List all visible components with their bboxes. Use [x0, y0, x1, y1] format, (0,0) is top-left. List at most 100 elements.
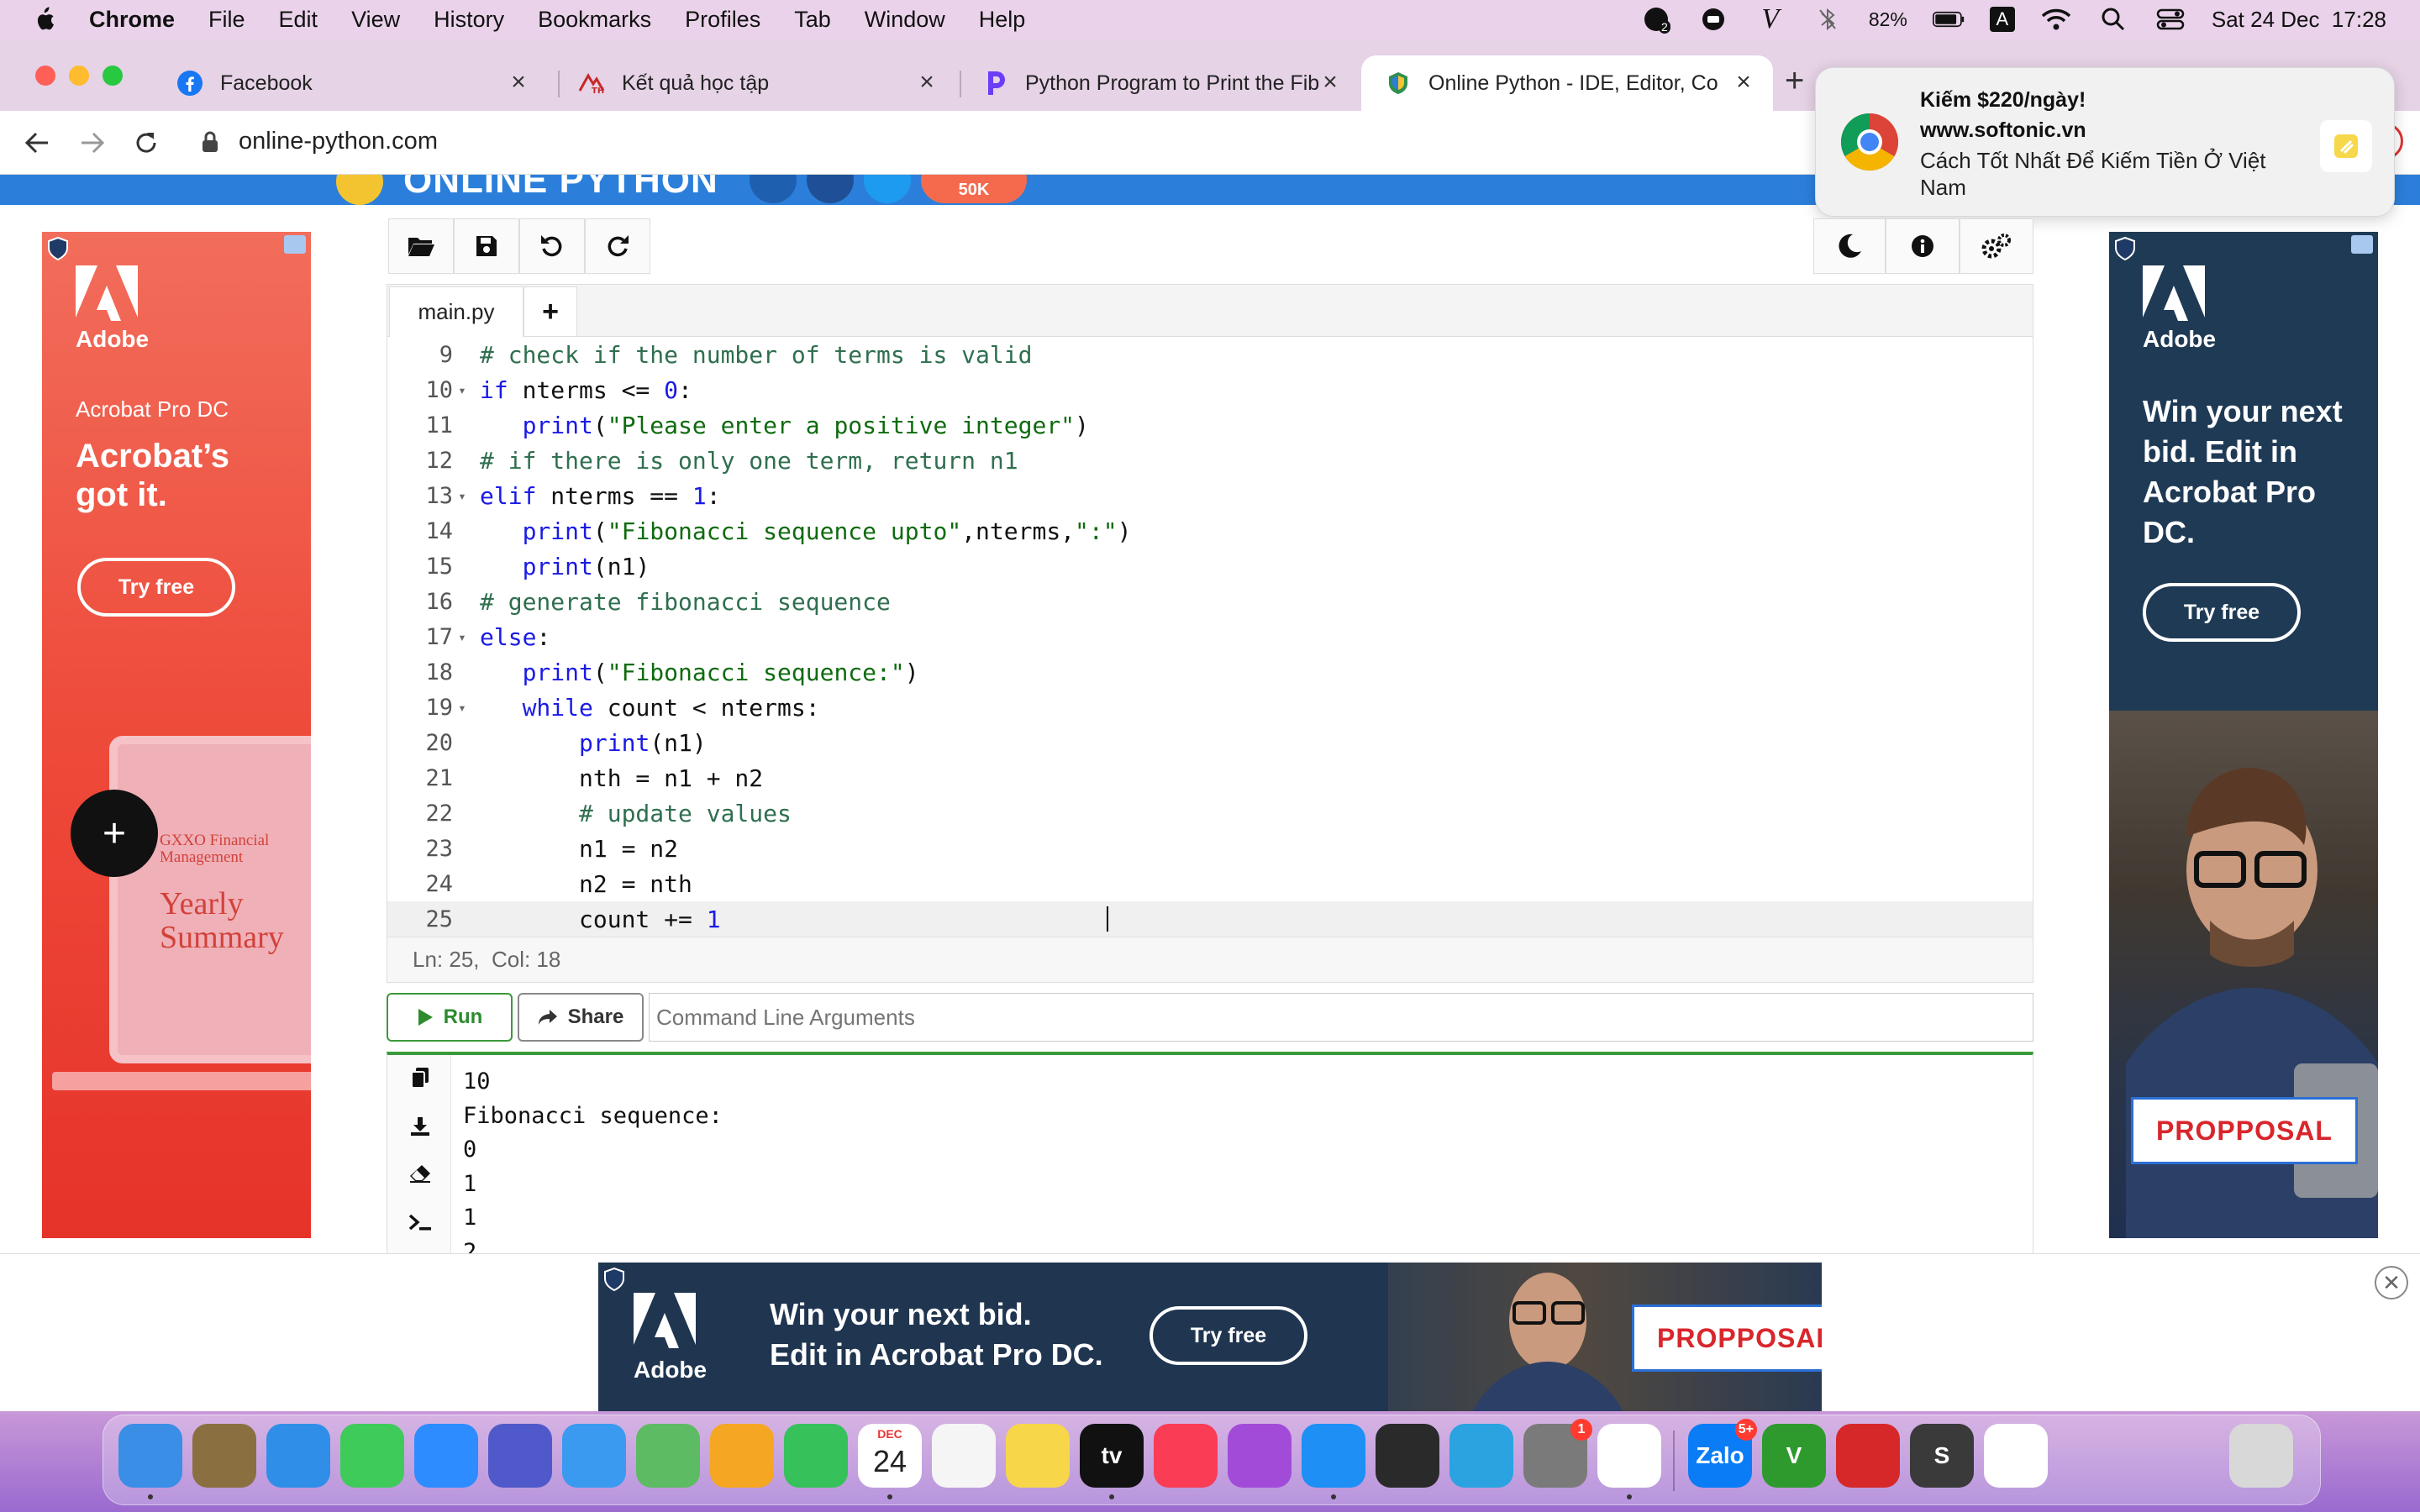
redo-button[interactable] — [585, 218, 650, 274]
url-text[interactable]: online-python.com — [239, 128, 438, 155]
window-minimize-button[interactable] — [69, 66, 89, 86]
menu-help[interactable]: Help — [979, 7, 1026, 33]
apple-tv-icon[interactable]: tv — [1080, 1424, 1144, 1488]
finder-icon[interactable] — [118, 1424, 182, 1488]
file-tab-main-py[interactable]: main.py — [389, 286, 523, 337]
fold-toggle[interactable]: ▾ — [453, 382, 471, 398]
garena-icon[interactable] — [1836, 1424, 1900, 1488]
menu-bookmarks[interactable]: Bookmarks — [538, 7, 651, 33]
window-close-button[interactable] — [35, 66, 55, 86]
dark-mode-button[interactable] — [1813, 218, 1886, 274]
league-of-legends-icon[interactable] — [192, 1424, 256, 1488]
open-file-button[interactable] — [388, 218, 454, 274]
forward-button[interactable] — [76, 126, 109, 160]
mail-icon[interactable] — [562, 1424, 626, 1488]
reload-button[interactable] — [129, 126, 163, 160]
ad-try-free-button[interactable]: Try free — [1150, 1306, 1307, 1365]
social-circle-icon[interactable] — [750, 175, 797, 203]
vivaldi-status-icon[interactable]: V — [1754, 3, 1786, 34]
system-preferences-icon[interactable]: 1 — [1523, 1419, 1592, 1488]
ad-privacy-icon[interactable] — [2114, 236, 2136, 261]
menu-tab[interactable]: Tab — [794, 7, 831, 33]
run-button[interactable]: Run — [387, 993, 513, 1042]
adchoices-icon[interactable] — [284, 235, 306, 254]
lock-icon[interactable] — [202, 131, 220, 153]
fold-toggle[interactable]: ▾ — [453, 700, 471, 716]
add-file-button[interactable]: + — [523, 286, 577, 337]
app-store-icon[interactable] — [1302, 1424, 1365, 1488]
code-area[interactable]: 9 # check if the number of terms is vali… — [387, 337, 2033, 938]
notification-action-button[interactable] — [2320, 120, 2372, 172]
tab-close-icon[interactable]: × — [914, 70, 939, 96]
save-button[interactable] — [454, 218, 519, 274]
apple-menu-icon[interactable] — [30, 4, 57, 34]
music-icon[interactable] — [1154, 1424, 1218, 1488]
ad-try-free-button[interactable]: Try free — [77, 558, 235, 617]
messages-icon[interactable] — [340, 1424, 404, 1488]
menu-view[interactable]: View — [351, 7, 400, 33]
facebook-share-icon[interactable] — [807, 175, 854, 203]
site-brand[interactable]: ONLINE PYTHON — [403, 175, 718, 202]
new-tab-button[interactable]: + — [1785, 64, 1804, 97]
menu-profiles[interactable]: Profiles — [685, 7, 760, 33]
ad-privacy-icon[interactable] — [603, 1267, 625, 1292]
right-ad-banner[interactable]: Adobe Win your next bid. Edit in Acrobat… — [2109, 232, 2378, 1238]
teams-icon[interactable] — [488, 1424, 552, 1488]
share-button[interactable]: Share — [518, 993, 644, 1042]
left-ad-banner[interactable]: Adobe Acrobat Pro DC Acrobat’s got it. T… — [42, 232, 311, 1238]
tab-facebook[interactable]: Facebook × — [153, 55, 548, 111]
download-icon[interactable] — [406, 1112, 434, 1141]
menu-app-name[interactable]: Chrome — [89, 7, 175, 33]
control-center-icon[interactable] — [2154, 5, 2186, 34]
quicktime-icon[interactable] — [1376, 1424, 1439, 1488]
messenger-status-icon[interactable] — [1697, 5, 1729, 34]
twitter-share-icon[interactable] — [864, 175, 911, 203]
vscode-icon[interactable] — [1984, 1424, 2048, 1488]
ad-try-free-button[interactable]: Try free — [2143, 583, 2301, 642]
tab-ket-qua-hoc-tap[interactable]: TH Kết quả học tập × — [555, 55, 956, 111]
notes-icon[interactable] — [1006, 1424, 1070, 1488]
fold-toggle[interactable]: ▾ — [453, 488, 471, 504]
settings-button[interactable] — [1960, 218, 2033, 274]
maps-icon[interactable] — [636, 1424, 700, 1488]
window-zoom-button[interactable] — [103, 66, 123, 86]
menu-window[interactable]: Window — [865, 7, 945, 33]
address-bar[interactable]: online-python.com — [202, 128, 438, 155]
podcasts-icon[interactable] — [1228, 1424, 1292, 1488]
zoom-icon[interactable] — [414, 1424, 478, 1488]
trash-icon[interactable] — [2229, 1424, 2293, 1488]
safari-icon[interactable] — [266, 1424, 330, 1488]
vim-icon[interactable]: V — [1762, 1424, 1826, 1488]
tab-close-icon[interactable]: × — [1731, 70, 1756, 96]
back-button[interactable] — [20, 126, 54, 160]
bluetooth-icon[interactable] — [1812, 5, 1844, 34]
ad-close-button[interactable]: ✕ — [2375, 1266, 2408, 1299]
input-source-icon[interactable]: A — [1989, 7, 2015, 32]
battery-icon[interactable] — [1932, 5, 1965, 34]
creative-cloud-icon[interactable]: 2 — [1640, 5, 1672, 34]
tab-close-icon[interactable]: × — [1318, 70, 1343, 96]
bottom-ad-banner[interactable]: Adobe Win your next bid. Edit in Acrobat… — [598, 1263, 1822, 1412]
adchoices-icon[interactable] — [2351, 235, 2373, 254]
copy-icon[interactable] — [406, 1063, 434, 1092]
tab-programiz[interactable]: Python Program to Print the Fib × — [958, 55, 1360, 111]
chrome-notification[interactable]: Kiếm $220/ngày! www.softonic.vn Cách Tốt… — [1815, 67, 2395, 217]
menu-edit[interactable]: Edit — [279, 7, 318, 33]
tab-close-icon[interactable]: × — [506, 70, 531, 96]
photos-icon[interactable] — [710, 1424, 774, 1488]
sublime-text-icon[interactable]: S — [1910, 1424, 1974, 1488]
floating-add-button[interactable]: + — [71, 790, 158, 877]
info-button[interactable] — [1886, 218, 1960, 274]
facetime-icon[interactable] — [784, 1424, 848, 1488]
social-count-badge[interactable]: 50K — [921, 175, 1027, 203]
menubar-clock[interactable]: Sat 24 Dec 17:28 — [2212, 7, 2386, 33]
reminders-icon[interactable] — [932, 1424, 996, 1488]
tab-online-python[interactable]: Online Python - IDE, Editor, Co × — [1361, 55, 1773, 111]
menu-file[interactable]: File — [208, 7, 245, 33]
site-logo-icon[interactable] — [336, 175, 383, 205]
terminal-icon[interactable] — [406, 1208, 434, 1236]
zalo-icon[interactable]: Zalo 5+ — [1688, 1419, 1757, 1488]
undo-button[interactable] — [519, 218, 585, 274]
eraser-icon[interactable] — [406, 1159, 434, 1188]
calendar-icon[interactable]: DEC 24 — [858, 1424, 922, 1488]
